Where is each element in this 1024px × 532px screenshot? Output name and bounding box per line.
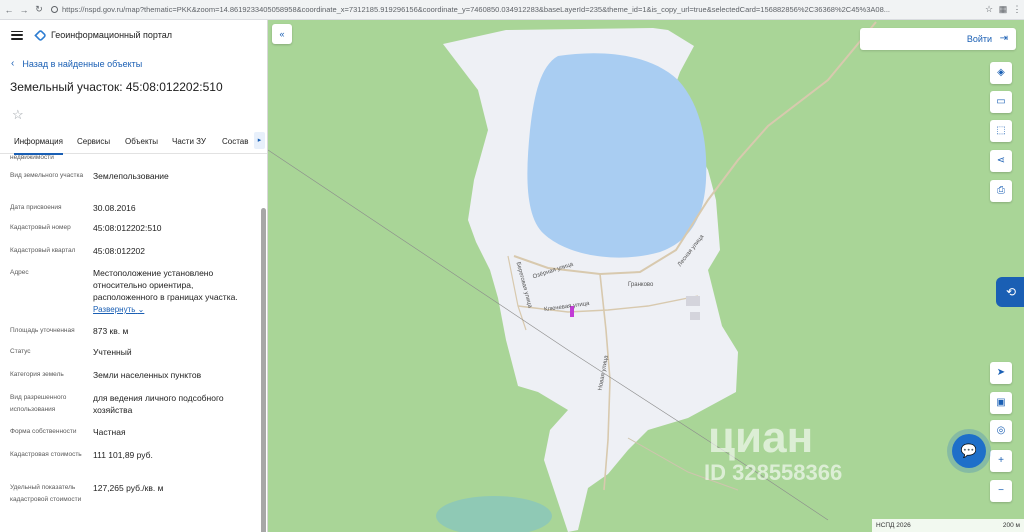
attr-value: 127,265 руб./кв. м	[93, 483, 164, 493]
side-panel-toggle-icon[interactable]: ⟲	[996, 277, 1024, 307]
forward-arrow-icon[interactable]: →	[18, 5, 30, 15]
attr-label: Категория земель	[10, 371, 64, 378]
attr-value: 45:08:012202	[93, 246, 145, 256]
reload-icon[interactable]: ↻	[33, 4, 45, 15]
tabs-scroll-right-icon[interactable]: ▸	[254, 132, 265, 149]
map-canvas	[268, 21, 877, 532]
attr-label: Кадастровый номер	[10, 224, 71, 231]
page-title: Земельный участок: 45:08:012202:510	[10, 80, 223, 94]
attr-label: Дата присвоения	[10, 204, 62, 211]
attr-label-fragment: недвижимости	[10, 154, 54, 161]
attr-label: Статус	[10, 348, 31, 355]
attr-value: Местоположение установлено относительно …	[93, 268, 238, 302]
extension-icon[interactable]: ▦	[996, 4, 1010, 15]
expand-label: Развернуть	[93, 305, 136, 314]
login-arrow-icon: ⇥	[999, 33, 1008, 44]
minimap-icon[interactable]: ▣	[990, 392, 1012, 414]
attr-label: Кадастровый квартал	[10, 247, 76, 254]
scrollbar-thumb[interactable]	[261, 208, 266, 532]
back-arrow-icon[interactable]: ←	[3, 5, 15, 15]
url-text: https://nspd.gov.ru/map?thematic=PKK&zoo…	[62, 5, 890, 14]
attr-value: Землепользование	[93, 171, 169, 181]
portal-header: Геоинформационный портал	[0, 20, 267, 50]
share-icon[interactable]: ⋖	[990, 150, 1012, 172]
tab-info[interactable]: Информация	[14, 137, 63, 155]
attr-value: для ведения личного подсобного хозяйства	[93, 393, 224, 415]
attr-value: Земли населенных пунктов	[93, 370, 202, 380]
attr-value: Учтенный	[93, 347, 132, 357]
locate-icon[interactable]: ➤	[990, 362, 1012, 384]
hamburger-menu-icon[interactable]	[11, 30, 23, 40]
tab-bar: Информация Сервисы Объекты Части ЗУ Сост…	[0, 128, 267, 155]
scale-value: 200 м	[1002, 522, 1020, 529]
attributes-list: недвижимости Вид земельного участка Земл…	[0, 154, 260, 532]
login-button[interactable]: Войти ⇥	[860, 28, 1016, 50]
attribution: НСПД 2026	[876, 522, 911, 529]
attr-value: 45:08:012202:510	[93, 223, 162, 233]
attr-value: 873 кв. м	[93, 326, 129, 336]
watermark-brand: циан	[708, 413, 814, 462]
info-panel: Геоинформационный портал ‹ Назад в найде…	[0, 20, 268, 532]
attr-label: Кадастровая стоимость	[10, 451, 82, 458]
attr-value: Частная	[93, 427, 126, 437]
portal-name: Геоинформационный портал	[51, 30, 172, 40]
geolocation-icon[interactable]: ◎	[990, 420, 1012, 442]
watermark-id: ID 328558366	[704, 460, 843, 485]
panel-scrollbar[interactable]	[261, 176, 267, 532]
attr-label: Вид разрешенного использования	[10, 394, 67, 413]
attr-value: 111 101,89 руб.	[93, 450, 153, 460]
attr-label: Форма собственности	[10, 428, 77, 435]
chat-bubble-icon[interactable]: 💬	[952, 434, 986, 468]
attr-label: Площадь уточненная	[10, 327, 75, 334]
back-to-results-link[interactable]: ‹ Назад в найденные объекты	[11, 58, 142, 69]
scale-bar: НСПД 2026 200 м	[872, 519, 1024, 532]
chevron-left-icon: ‹	[11, 58, 15, 69]
attr-label: Удельный показатель кадастровой стоимост…	[10, 484, 82, 503]
tab-objects[interactable]: Объекты	[125, 137, 158, 146]
address-bar[interactable]: https://nspd.gov.ru/map?thematic=PKK&zoo…	[51, 3, 976, 17]
tab-composition[interactable]: Состав	[222, 137, 249, 146]
browser-toolbar: ← → ↻ https://nspd.gov.ru/map?thematic=P…	[0, 0, 1024, 20]
portal-logo-icon	[34, 28, 47, 42]
ruler-icon[interactable]: ▭	[990, 91, 1012, 113]
attr-value: 30.08.2016	[93, 203, 136, 213]
map-view[interactable]: Гранково Озёрная улица Новая улица Берег…	[268, 20, 1024, 532]
tab-services[interactable]: Сервисы	[77, 137, 110, 146]
zoom-out-button[interactable]: −	[990, 480, 1012, 502]
village-label: Гранково	[628, 282, 654, 288]
login-label: Войти	[966, 34, 992, 44]
tab-parts[interactable]: Части ЗУ	[172, 137, 206, 146]
attr-label: Вид земельного участка	[10, 172, 84, 179]
watermark: циан ID 328558366	[704, 413, 842, 486]
print-icon[interactable]: ⎙	[990, 180, 1012, 202]
expand-link[interactable]: Развернуть ⌄	[93, 305, 144, 314]
attr-label: Адрес	[10, 269, 29, 276]
collapse-panel-icon[interactable]: «	[272, 24, 292, 44]
favorite-star-icon[interactable]: ☆	[12, 107, 24, 123]
zoom-in-button[interactable]: +	[990, 450, 1012, 472]
menu-dots-icon[interactable]: ⋮	[1010, 4, 1024, 15]
select-area-icon[interactable]: ⬚	[990, 120, 1012, 142]
star-bookmark-icon[interactable]: ☆	[982, 4, 996, 15]
chevron-down-icon: ⌄	[137, 305, 145, 314]
back-label: Назад в найденные объекты	[22, 58, 143, 69]
layers-icon[interactable]: ◈	[990, 62, 1012, 84]
site-info-icon[interactable]	[51, 6, 58, 13]
